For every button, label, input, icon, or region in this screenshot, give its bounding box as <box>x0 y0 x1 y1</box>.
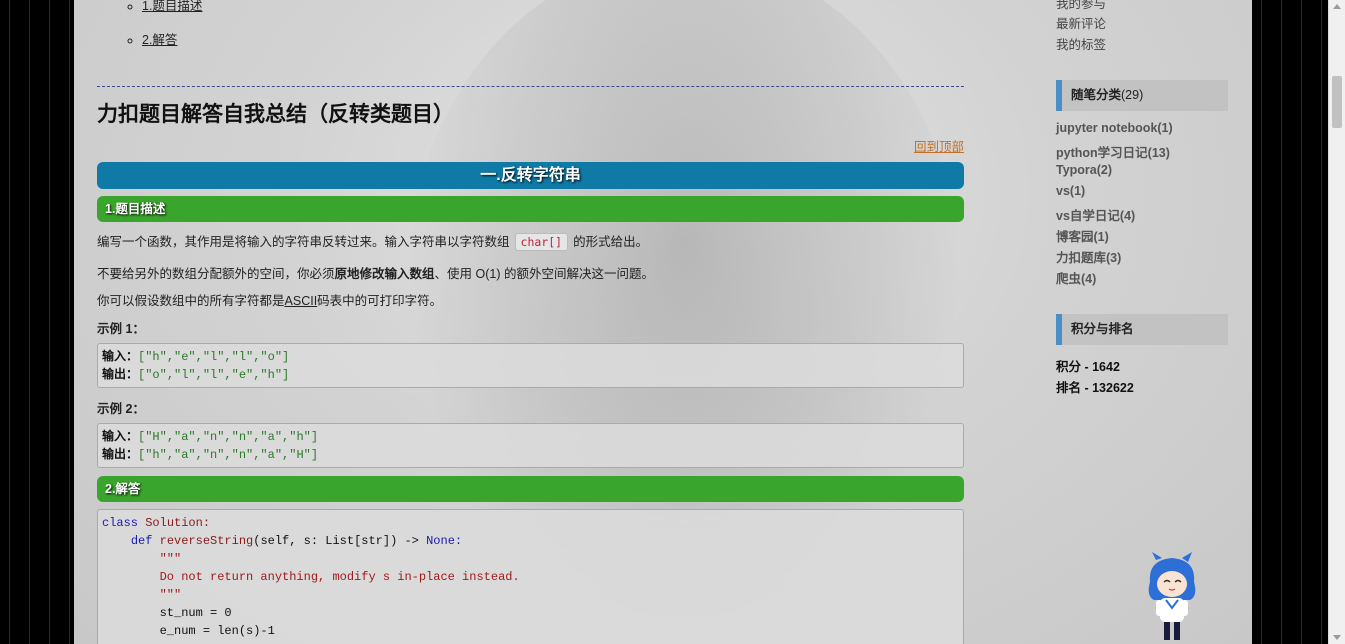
categories-count: (29) <box>1121 88 1144 102</box>
paragraph-text: 你可以假设数组中的所有字符都是 <box>97 294 285 308</box>
score-rank-heading: 积分与排名 <box>1056 314 1228 345</box>
code-keyword: class <box>102 516 139 530</box>
toc-item: 1.题目描述 <box>142 0 202 14</box>
score-value: 积分 - 1642 <box>1056 360 1120 374</box>
post-title[interactable]: 力扣题目解答自我总结（反转类题目） <box>97 98 454 128</box>
categories-heading: 随笔分类(29) <box>1056 80 1228 111</box>
blog-page: 1.题目描述 2.解答 力扣题目解答自我总结（反转类题目） 回到顶部 一.反转字… <box>74 0 1252 644</box>
matrix-background-left <box>0 0 74 644</box>
code-function-name: reverseString <box>159 534 254 548</box>
output-label: 输出： <box>102 368 139 382</box>
example-1-block: 输入：["h","e","l","l","o"] 输出：["o","l","l"… <box>97 343 964 388</box>
paragraph-1: 编写一个函数，其作用是将输入的字符串反转过来。输入字符串以字符数组 char[] 的… <box>97 231 648 251</box>
page-scrollbar[interactable] <box>1328 0 1345 644</box>
categories-heading-label: 随笔分类 <box>1071 88 1122 102</box>
ascii-link[interactable]: ASCII <box>285 294 318 308</box>
inline-code: char[] <box>514 233 569 251</box>
paragraph-text: 编写一个函数，其作用是将输入的字符串反转过来。输入字符串以字符数组 <box>97 235 510 249</box>
toc-link-solution[interactable]: 2.解答 <box>142 33 177 47</box>
code-docstring: """ <box>159 588 182 602</box>
category-link[interactable]: 力扣题库(3) <box>1056 247 1121 266</box>
toc-item: 2.解答 <box>142 29 177 48</box>
input-label: 输入： <box>102 350 139 364</box>
toc-link-description[interactable]: 1.题目描述 <box>142 0 202 13</box>
scrollbar-thumb[interactable] <box>1332 76 1342 128</box>
category-link[interactable]: 博客园(1) <box>1056 226 1109 245</box>
paragraph-text: 、使用 O(1) 的额外空间解决这一问题。 <box>434 267 654 281</box>
divider <box>97 86 964 87</box>
rank-value: 排名 - 132622 <box>1056 381 1134 395</box>
example-2-label: 示例 2： <box>97 402 145 416</box>
output-value: ["o","l","l","e","h"] <box>138 368 290 382</box>
output-value: ["h","a","n","n","a","H"] <box>138 448 319 462</box>
paragraph-text: 不要给另外的数组分配额外的空间，你必须 <box>97 267 335 281</box>
paragraph-2: 不要给另外的数组分配额外的空间，你必须原地修改输入数组、使用 O(1) 的额外空… <box>97 263 654 282</box>
paragraph-text: 码表中的可打印字符。 <box>317 294 443 308</box>
mascot-character-image[interactable] <box>1142 552 1202 644</box>
subsection-heading-solution: 2.解答 <box>97 476 964 502</box>
sidebar-link-latest-comments[interactable]: 最新评论 <box>1056 13 1106 32</box>
category-link[interactable]: vs(1) <box>1056 184 1085 198</box>
sidebar-link-my-participation[interactable]: 我的参与 <box>1056 0 1106 12</box>
code-keyword: def <box>130 534 153 548</box>
category-link[interactable]: python学习日记(13) <box>1056 142 1170 161</box>
sidebar-link-my-tags[interactable]: 我的标签 <box>1056 34 1106 53</box>
code-text: st_num = 0 <box>159 606 232 620</box>
input-value: ["H","a","n","n","a","h"] <box>138 430 319 444</box>
scroll-up-arrow-icon[interactable] <box>1333 4 1341 9</box>
code-keyword: None: <box>426 534 463 548</box>
scroll-down-arrow-icon[interactable] <box>1333 635 1341 640</box>
category-link[interactable]: Typora(2) <box>1056 163 1112 177</box>
bold-text: 原地修改输入数组 <box>334 267 435 281</box>
paragraph-3: 你可以假设数组中的所有字符都是ASCII码表中的可打印字符。 <box>97 290 442 309</box>
input-value: ["h","e","l","l","o"] <box>138 350 290 364</box>
matrix-background-right <box>1252 0 1328 644</box>
input-label: 输入： <box>102 430 139 444</box>
back-to-top-link[interactable]: 回到顶部 <box>914 136 964 155</box>
solution-code-block: class Solution: def reverseString(self, … <box>97 509 964 644</box>
code-text: (self, s: List[str]) -> <box>253 534 419 548</box>
category-link[interactable]: 爬虫(4) <box>1056 268 1096 287</box>
paragraph-text: 的形式给出。 <box>573 235 649 249</box>
code-docstring: """ <box>159 552 182 566</box>
code-docstring: Do not return anything, modify s in-plac… <box>159 570 520 584</box>
example-2-block: 输入：["H","a","n","n","a","h"] 输出：["h","a"… <box>97 423 964 468</box>
code-class-name: Solution: <box>145 516 211 530</box>
section-heading: 一.反转字符串 <box>97 162 964 189</box>
score-rank-heading-label: 积分与排名 <box>1071 322 1134 336</box>
code-text: e_num = len(s)-1 <box>159 624 275 638</box>
subsection-heading-description: 1.题目描述 <box>97 196 964 222</box>
category-link[interactable]: jupyter notebook(1) <box>1056 121 1173 135</box>
output-label: 输出： <box>102 448 139 462</box>
example-1-label: 示例 1： <box>97 322 145 336</box>
category-link[interactable]: vs自学日记(4) <box>1056 205 1135 224</box>
